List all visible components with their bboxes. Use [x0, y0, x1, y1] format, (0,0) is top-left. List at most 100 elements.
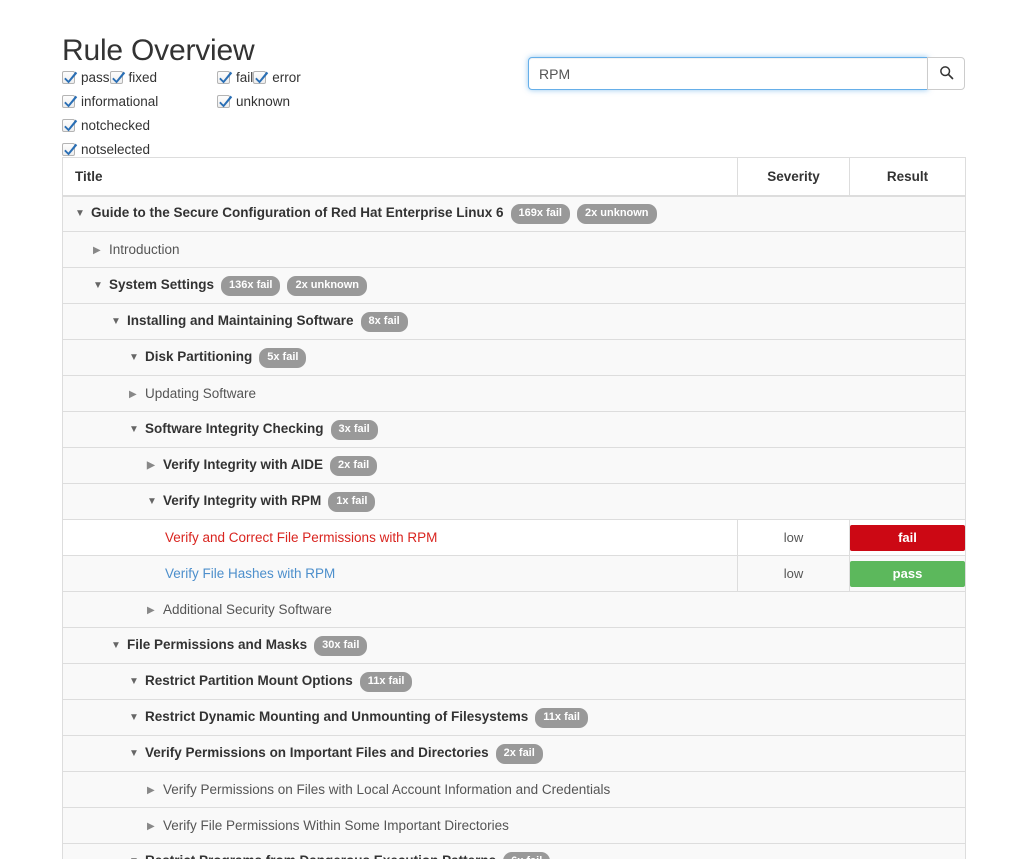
checkbox-icon[interactable]: [109, 71, 125, 84]
tree-group-cell[interactable]: ▼ Software Integrity Checking 3x fail: [62, 411, 966, 448]
tree-group-row[interactable]: ▼ Disk Partitioning 5x fail: [62, 339, 966, 376]
chevron-down-icon[interactable]: ▼: [111, 640, 122, 651]
search-input[interactable]: [528, 57, 928, 90]
filter-label: fail: [236, 70, 254, 85]
filter-label: error: [272, 70, 301, 85]
tree-group-cell[interactable]: ▼ Installing and Maintaining Software 8x f…: [62, 303, 966, 340]
tree-group-cell[interactable]: ▶ Verify Permissions on Files with Local …: [62, 771, 966, 808]
checkbox-icon[interactable]: [253, 71, 269, 84]
chevron-down-icon[interactable]: ▼: [129, 676, 140, 687]
tree-group-row[interactable]: ▶ Verify Integrity with AIDE 2x fail: [62, 447, 966, 484]
rule-title-cell: Verify File Hashes with RPM: [62, 555, 738, 592]
tree-group-row[interactable]: ▼ Software Integrity Checking 3x fail: [62, 411, 966, 448]
filter-checkbox-error[interactable]: error: [253, 70, 301, 85]
tree-group-cell[interactable]: ▼ Restrict Dynamic Mounting and Unmountin…: [62, 699, 966, 736]
tree-group-cell[interactable]: ▶ Verify File Permissions Within Some Imp…: [62, 807, 966, 844]
chevron-down-icon[interactable]: ▼: [129, 352, 140, 363]
chevron-down-icon[interactable]: ▼: [93, 280, 104, 291]
chevron-down-icon[interactable]: ▼: [129, 712, 140, 723]
rule-row[interactable]: Verify and Correct File Permissions with…: [62, 519, 966, 556]
tree-group-row[interactable]: ▶ Verify Permissions on Files with Local …: [62, 771, 966, 808]
search-button[interactable]: [927, 57, 965, 90]
tree-group-row[interactable]: ▶ Updating Software: [62, 375, 966, 412]
tree-group-row[interactable]: ▶ Verify File Permissions Within Some Imp…: [62, 807, 966, 844]
rule-severity: low: [737, 519, 850, 556]
filter-checkbox-fixed[interactable]: fixed: [109, 70, 157, 85]
checkbox-icon[interactable]: [62, 143, 78, 156]
tree-group-cell[interactable]: ▼ Verify Permissions on Important Files a…: [62, 735, 966, 772]
tree-group-cell[interactable]: ▼ Restrict Partition Mount Options 11x fai…: [62, 663, 966, 700]
chevron-down-icon[interactable]: ▼: [129, 856, 140, 859]
tree-group-row[interactable]: ▶ Introduction: [62, 231, 966, 268]
column-header-result[interactable]: Result: [849, 157, 966, 197]
search-form: [528, 57, 965, 90]
chevron-right-icon[interactable]: ▶: [147, 821, 158, 832]
filter-checkbox-notchecked[interactable]: notchecked: [62, 118, 150, 133]
chevron-right-icon[interactable]: ▶: [129, 389, 140, 400]
tree-group-row[interactable]: ▶ Additional Security Software: [62, 591, 966, 628]
tree-group-label: Updating Software: [145, 386, 257, 401]
tree-group-cell[interactable]: ▼ Guide to the Secure Configuration of Re…: [62, 195, 966, 232]
count-badge: 2x unknown: [287, 275, 368, 296]
tree-group-label: Installing and Maintaining Software: [127, 312, 354, 328]
tree-group-cell[interactable]: ▼ Verify Integrity with RPM 1x fail: [62, 483, 966, 520]
rule-table-head: Title Severity Result: [62, 157, 966, 197]
checkbox-icon[interactable]: [62, 119, 78, 132]
tree-group-label: System Settings: [109, 276, 215, 292]
count-badge: 1x fail: [328, 491, 376, 512]
tree-group-cell[interactable]: ▼ File Permissions and Masks 30x fail: [62, 627, 966, 664]
tree-group-cell[interactable]: ▶ Additional Security Software: [62, 591, 966, 628]
tree-group-cell[interactable]: ▼ Disk Partitioning 5x fail: [62, 339, 966, 376]
rule-link[interactable]: Verify and Correct File Permissions with…: [165, 530, 437, 545]
tree-group-row[interactable]: ▼ Restrict Programs from Dangerous Execut…: [62, 843, 966, 859]
tree-group-row[interactable]: ▼ Installing and Maintaining Software 8x f…: [62, 303, 966, 340]
chevron-down-icon[interactable]: ▼: [129, 424, 140, 435]
tree-group-row[interactable]: ▼ File Permissions and Masks 30x fail: [62, 627, 966, 664]
tree-group-label: Disk Partitioning: [145, 348, 253, 364]
chevron-down-icon[interactable]: ▼: [111, 316, 122, 327]
tree-group-row[interactable]: ▼ Verify Permissions on Important Files a…: [62, 735, 966, 772]
chevron-right-icon[interactable]: ▶: [147, 605, 158, 616]
filter-checkbox-informational[interactable]: informational: [62, 94, 158, 109]
tree-group-row[interactable]: ▼ Verify Integrity with RPM 1x fail: [62, 483, 966, 520]
chevron-right-icon[interactable]: ▶: [147, 460, 158, 471]
checkbox-icon[interactable]: [217, 71, 233, 84]
tree-group-row[interactable]: ▼ System Settings 136x fail 2x unknown: [62, 267, 966, 304]
tree-group-label: Software Integrity Checking: [145, 420, 324, 436]
column-header-severity[interactable]: Severity: [737, 157, 850, 197]
count-badge: 11x fail: [359, 671, 413, 692]
filter-checkbox-notselected[interactable]: notselected: [62, 142, 150, 157]
rule-link[interactable]: Verify File Hashes with RPM: [165, 566, 335, 581]
count-badge: 169x fail: [510, 203, 570, 224]
tree-group-cell[interactable]: ▶ Updating Software: [62, 375, 966, 412]
checkbox-icon[interactable]: [217, 95, 233, 108]
rule-result-cell: fail: [849, 519, 966, 556]
filter-label: pass: [81, 70, 110, 85]
tree-group-row[interactable]: ▼ Guide to the Secure Configuration of Re…: [62, 195, 966, 232]
tree-group-cell[interactable]: ▶ Verify Integrity with AIDE 2x fail: [62, 447, 966, 484]
search-icon: [939, 65, 954, 83]
rule-table: Title Severity Result ▼ Guide to the Secu…: [62, 157, 966, 859]
rule-result-cell: pass: [849, 555, 966, 592]
tree-group-cell[interactable]: ▶ Introduction: [62, 231, 966, 268]
filter-checkbox-unknown[interactable]: unknown: [217, 94, 290, 109]
chevron-down-icon[interactable]: ▼: [75, 208, 86, 219]
tree-group-row[interactable]: ▼ Restrict Dynamic Mounting and Unmountin…: [62, 699, 966, 736]
rule-row[interactable]: Verify File Hashes with RPM low pass: [62, 555, 966, 592]
filter-checkbox-fail[interactable]: fail: [217, 70, 253, 85]
checkbox-icon[interactable]: [62, 71, 78, 84]
tree-group-row[interactable]: ▼ Restrict Partition Mount Options 11x fai…: [62, 663, 966, 700]
count-badge: 5x fail: [259, 347, 307, 368]
tree-group-cell[interactable]: ▼ Restrict Programs from Dangerous Execut…: [62, 843, 966, 859]
tree-group-label: Restrict Dynamic Mounting and Unmounting…: [145, 708, 529, 724]
chevron-right-icon[interactable]: ▶: [147, 785, 158, 796]
column-header-title[interactable]: Title: [62, 157, 738, 197]
chevron-right-icon[interactable]: ▶: [93, 245, 104, 256]
chevron-down-icon[interactable]: ▼: [129, 748, 140, 759]
checkbox-icon[interactable]: [62, 95, 78, 108]
tree-group-cell[interactable]: ▼ System Settings 136x fail 2x unknown: [62, 267, 966, 304]
chevron-down-icon[interactable]: ▼: [147, 496, 158, 507]
filter-checkbox-pass[interactable]: pass: [62, 70, 110, 85]
count-badge: 11x fail: [535, 707, 588, 728]
tree-group-label: Introduction: [109, 242, 180, 257]
